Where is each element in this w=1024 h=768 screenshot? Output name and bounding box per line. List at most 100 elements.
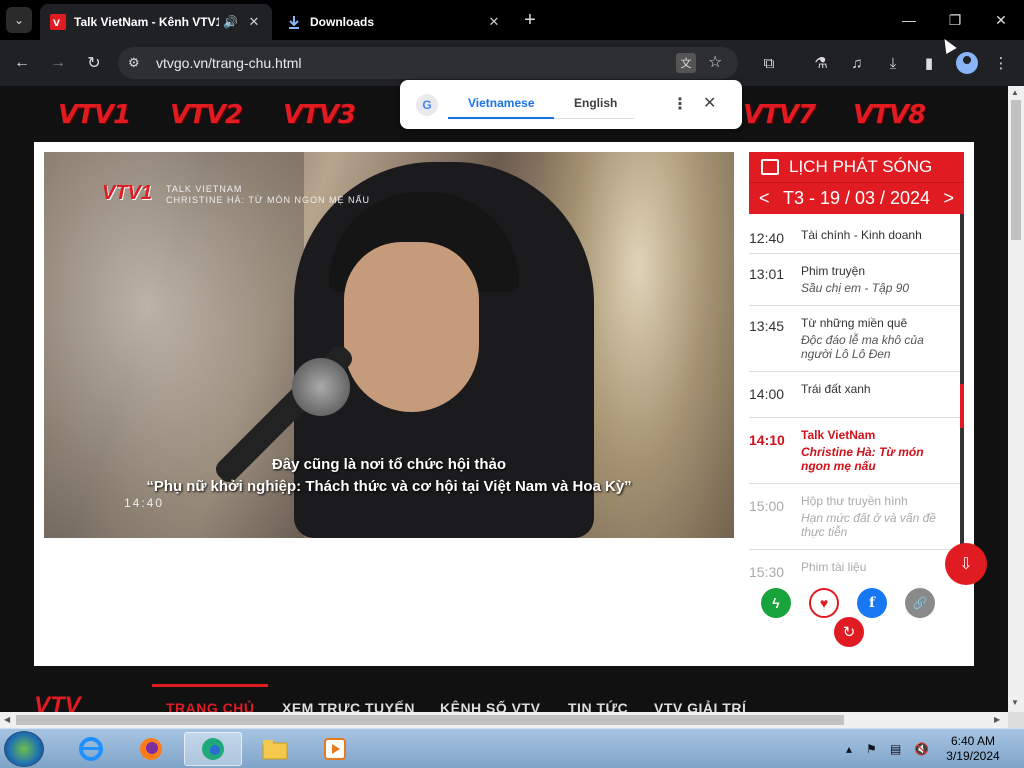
back-button[interactable]: ← [9,50,35,76]
schedule-title: LỊCH PHÁT SÓNG [789,157,933,176]
tab-strip: ⌄ V Talk VietNam - Kênh VTV1, 🔊 ✕ Downlo… [0,0,1024,40]
network-icon[interactable]: ▤ [890,742,901,756]
web-page: VTV1 VTV2 VTV3 VTV7 VTV8 VTV1 TALK VIETN… [0,86,1008,712]
schedule-item[interactable]: 15:00 Hộp thư truyền hình Hạn mức đất ở … [749,484,961,550]
video-player[interactable]: VTV1 TALK VIETNAM CHRISTINE HÀ: TỪ MÓN N… [44,152,734,538]
scroll-down-arrow-icon[interactable]: ▼ [1011,698,1019,707]
horizontal-scroll-thumb[interactable] [16,715,844,725]
schedule-item[interactable]: 14:00 Trái đất xanh [749,372,961,418]
site-info-icon[interactable]: ⚙ [128,55,146,71]
tab-vtv1[interactable]: V Talk VietNam - Kênh VTV1, 🔊 ✕ [40,4,272,40]
kebab-menu-icon[interactable]: ⋮ [990,52,1012,74]
vertical-scroll-thumb[interactable] [1011,100,1021,240]
side-panel-icon[interactable]: ▮ [918,52,940,74]
schedule-time: 13:45 [749,318,785,334]
volume-muted-icon[interactable]: 🔇 [914,742,929,756]
schedule-item[interactable]: 15:30 Phim tài liệu [749,550,961,582]
extensions-icon[interactable]: ⧉ [758,52,780,74]
nav-vtv-giai-tri[interactable]: VTV GIẢI TRÍ [654,700,746,712]
tab-search-button[interactable]: ⌄ [6,7,32,33]
translate-tab-vietnamese[interactable]: Vietnamese [468,96,535,110]
channel-vtv8-logo[interactable]: VTV8 [853,100,926,130]
downloads-icon[interactable]: ⤓ [882,52,904,74]
schedule-title: Talk VietNam [801,428,876,442]
action-center-flag-icon[interactable]: ⚑ [866,742,877,756]
firefox-icon[interactable] [122,732,180,766]
tab-title: Talk VietNam - Kênh VTV1, [74,15,220,29]
clock-date: 3/19/2024 [946,749,1000,763]
channel-vtv2-logo[interactable]: VTV2 [170,100,243,130]
nav-xem-truc-tuyen[interactable]: XEM TRỰC TUYẾN [282,700,415,712]
restore-button[interactable]: ❐ [932,6,978,34]
profile-avatar-icon[interactable] [956,52,978,74]
channel-vtv3-logo[interactable]: VTV3 [283,100,356,130]
tab-title: Downloads [310,15,375,29]
schedule-item[interactable]: 13:45 Từ những miền quê Độc đáo lễ ma kh… [749,306,961,372]
nav-tin-tuc[interactable]: TIN TỨC [568,700,628,712]
translate-more-icon[interactable]: ⋮ [672,94,688,114]
translate-tab-english[interactable]: English [574,96,617,110]
schedule-list[interactable]: 12:40 Tài chính - Kinh doanh 13:01 Phim … [749,214,961,582]
nav-kenh-so-vtv[interactable]: KÊNH SỐ VTV [440,700,540,712]
nav-active-indicator [152,684,268,687]
audio-playing-icon[interactable]: 🔊 [223,15,238,29]
tray-chevron-icon[interactable]: ▴ [846,742,852,756]
schedule-item[interactable]: 12:40 Tài chính - Kinh doanh [749,214,961,254]
media-player-icon[interactable] [306,732,364,766]
internet-explorer-icon[interactable] [62,732,120,766]
taskbar-clock[interactable]: 6:40 AM 3/19/2024 [928,734,1018,764]
close-window-button[interactable]: ✕ [978,6,1024,34]
link-icon[interactable]: 🔗 [905,588,935,618]
schedule-title: Phim tài liệu [801,560,867,574]
reload-button[interactable]: ↻ [81,50,107,76]
schedule-time: 14:10 [749,432,785,448]
video-subtitle-line2: “Phụ nữ khởi nghiệp: Thách thức và cơ hộ… [146,478,632,495]
page-horizontal-scrollbar[interactable]: ◀ ▶ [0,712,1008,728]
translate-close-icon[interactable]: ✕ [703,93,716,113]
channel-vtv7-logo[interactable]: VTV7 [743,100,816,130]
next-day-button[interactable]: > [943,188,954,209]
scroll-up-arrow-icon[interactable]: ▲ [1011,88,1019,97]
start-button[interactable] [4,731,44,767]
scroll-right-arrow-icon[interactable]: ▶ [994,715,1000,724]
schedule-time: 13:01 [749,266,785,282]
forward-button[interactable]: → [45,50,71,76]
windows-taskbar: ▴ ⚑ ▤ 🔇 6:40 AM 3/19/2024 [0,728,1024,768]
media-controls-icon[interactable]: ♫ [846,52,868,74]
new-tab-button[interactable]: + [518,8,542,32]
close-tab-icon[interactable]: ✕ [246,14,262,30]
replay-icon[interactable]: ↻ [834,617,864,647]
schedule-scrollbar-thumb[interactable] [960,384,964,428]
schedule-time: 15:30 [749,564,785,580]
schedule-item-current[interactable]: 14:10 Talk VietNam Christine Hà: Từ món … [749,418,961,484]
edge-icon[interactable] [184,732,242,766]
facebook-icon[interactable]: f [857,588,887,618]
bottom-nav: VTV TRANG CHỦ XEM TRỰC TUYẾN KÊNH SỐ VTV… [0,684,1008,712]
scroll-down-mouse-icon[interactable]: ⇩ [945,543,987,585]
url-text[interactable]: vtvgo.vn/trang-chu.html [156,55,302,71]
video-subtitle-line1: Đây cũng là nơi tổ chức hội thảo [271,456,507,473]
heart-icon[interactable]: ♥ [809,588,839,618]
schedule-item[interactable]: 13:01 Phim truyện Sầu chị em - Tập 90 [749,254,961,306]
page-vertical-scrollbar[interactable]: ▲ ▼ [1008,86,1024,712]
translate-icon[interactable]: 文 [676,53,696,73]
prev-day-button[interactable]: < [759,188,770,209]
tab-downloads[interactable]: Downloads ✕ [276,4,512,40]
file-explorer-icon[interactable] [246,732,304,766]
flash-share-icon[interactable]: ϟ [761,588,791,618]
bookmark-star-icon[interactable]: ☆ [708,52,722,72]
video-face [344,242,479,412]
minimize-button[interactable]: — [886,6,932,34]
schedule-scrollbar[interactable] [960,214,964,582]
close-tab-icon[interactable]: ✕ [486,14,502,30]
schedule-date: T3 - 19 / 03 / 2024 [782,188,931,208]
nav-trang-chu[interactable]: TRANG CHỦ [166,700,255,712]
schedule-panel: LỊCH PHÁT SÓNG < T3 - 19 / 03 / 2024 > 1… [749,152,964,582]
labs-flask-icon[interactable]: ⚗ [810,52,832,74]
schedule-time: 15:00 [749,498,785,514]
scroll-left-arrow-icon[interactable]: ◀ [4,715,10,724]
video-episode-tag: CHRISTINE HÀ: TỪ MÓN NGON MẸ NẤU [166,195,371,205]
channel-vtv1-logo[interactable]: VTV1 [58,100,131,130]
vtvgo-logo[interactable]: VTV [34,692,81,712]
address-bar[interactable]: ⚙ vtvgo.vn/trang-chu.html 文 ☆ [118,47,738,79]
